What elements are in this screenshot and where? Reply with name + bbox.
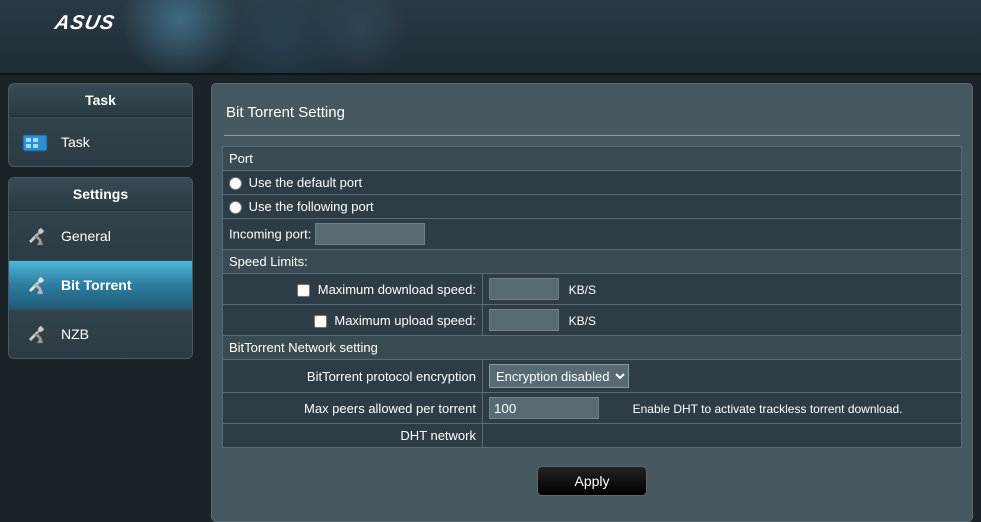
max-upload-checkbox[interactable] xyxy=(314,315,327,328)
max-download-input[interactable] xyxy=(489,278,559,300)
field-label: Maximum upload speed: xyxy=(334,313,476,328)
radio-following-port-input[interactable] xyxy=(229,201,242,214)
section-header-speed: Speed Limits: xyxy=(223,250,962,274)
sidebar: Task Task Settings xyxy=(8,83,193,522)
task-icon xyxy=(21,130,51,154)
page-title: Bit Torrent Setting xyxy=(222,94,962,135)
sidebar-item-label: Task xyxy=(61,134,90,150)
main-panel: Bit Torrent Setting Port Use the default… xyxy=(211,83,973,522)
dht-label: DHT network xyxy=(400,428,476,443)
wrench-icon xyxy=(21,273,51,297)
incoming-port-input[interactable] xyxy=(315,223,425,245)
app-header: ASUS xyxy=(0,0,981,75)
sidebar-section-task: Task Task xyxy=(8,83,193,167)
max-download-checkbox[interactable] xyxy=(297,284,310,297)
field-label: Maximum download speed: xyxy=(318,282,476,297)
sidebar-section-settings: Settings General Bit Torrent xyxy=(8,177,193,359)
sidebar-header-settings: Settings xyxy=(9,178,192,211)
sidebar-item-label: NZB xyxy=(61,326,89,342)
max-download-row[interactable]: Maximum download speed: xyxy=(297,282,476,297)
max-upload-row[interactable]: Maximum upload speed: xyxy=(314,313,476,328)
radio-default-port[interactable]: Use the default port xyxy=(229,175,362,190)
wrench-icon xyxy=(21,322,51,346)
dht-hint: Enable DHT to activate trackless torrent… xyxy=(603,402,903,416)
max-peers-input[interactable] xyxy=(489,397,599,419)
settings-form: Port Use the default port Use the follow… xyxy=(222,146,962,496)
max-peers-label: Max peers allowed per torrent xyxy=(304,401,476,416)
sidebar-item-label: Bit Torrent xyxy=(61,277,132,293)
brand-logo: ASUS xyxy=(53,12,117,35)
divider xyxy=(224,135,960,136)
main-container: Task Task Settings xyxy=(0,75,981,522)
wrench-icon xyxy=(21,224,51,248)
sidebar-header-task: Task xyxy=(9,84,192,117)
section-header-network: BitTorrent Network setting xyxy=(223,336,962,360)
sidebar-item-label: General xyxy=(61,228,111,244)
radio-label: Use the default port xyxy=(249,175,362,190)
sidebar-item-task[interactable]: Task xyxy=(9,117,192,166)
max-upload-input[interactable] xyxy=(489,309,559,331)
sidebar-item-general[interactable]: General xyxy=(9,211,192,260)
radio-following-port[interactable]: Use the following port xyxy=(229,199,374,214)
incoming-port-label: Incoming port: xyxy=(229,227,311,242)
encryption-label: BitTorrent protocol encryption xyxy=(307,369,476,384)
encryption-select[interactable]: Encryption disabled xyxy=(489,364,629,388)
sidebar-item-bittorrent[interactable]: Bit Torrent xyxy=(9,260,192,309)
unit-label: KB/S xyxy=(569,314,596,328)
apply-button[interactable]: Apply xyxy=(537,466,646,496)
unit-label: KB/S xyxy=(569,283,596,297)
radio-default-port-input[interactable] xyxy=(229,177,242,190)
radio-label: Use the following port xyxy=(249,199,374,214)
dht-cell xyxy=(483,424,962,448)
section-header-port: Port xyxy=(223,147,962,171)
sidebar-item-nzb[interactable]: NZB xyxy=(9,309,192,358)
